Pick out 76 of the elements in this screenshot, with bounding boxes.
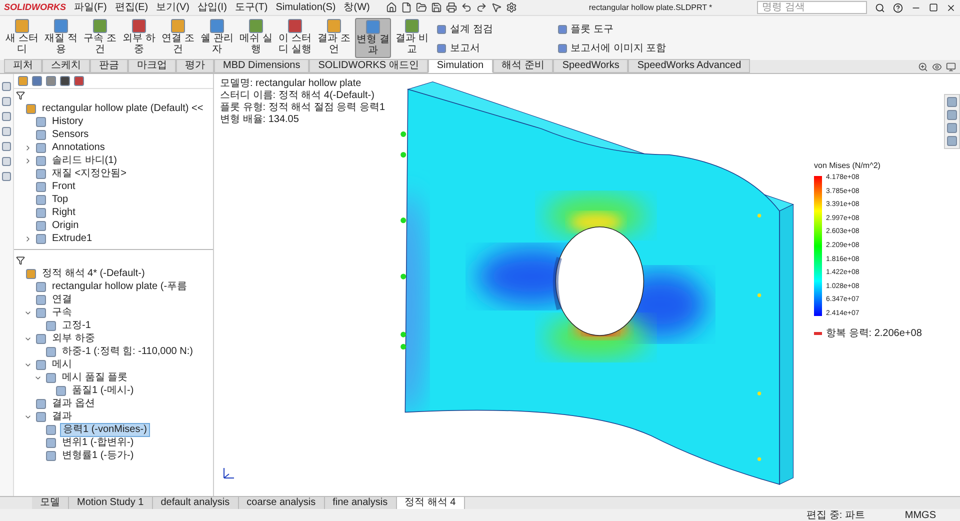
yield-stress-label: 항복 응력: 2.206e+08 [826, 327, 922, 341]
study-info-text: 스터디 이름: 정적 해석 4(-Default-) [220, 90, 376, 102]
ribbon-tab[interactable]: 해석 준비 [492, 59, 554, 73]
ribbon-button[interactable]: 쉘 관리자 [199, 18, 235, 58]
tree-item[interactable]: Front [50, 180, 78, 192]
app-logo: SOLIDWORKS [4, 0, 66, 14]
tree-item[interactable]: Extrude1 [50, 232, 94, 244]
tree-item[interactable]: 솔리드 바디(1) [50, 154, 119, 166]
ribbon-button[interactable]: 결과 조언 [316, 18, 352, 58]
ribbon-button[interactable]: 외부 하중 [121, 18, 157, 58]
ribbon-tab[interactable]: SOLIDWORKS 애드인 [309, 59, 428, 73]
search-field[interactable]: 명령 검색 [757, 1, 867, 14]
ribbon-tab[interactable]: SpeedWorks [553, 59, 628, 73]
tree-item[interactable]: 정적 해석 4* (-Default-) [40, 268, 147, 280]
study-tab[interactable]: 모델 [32, 497, 69, 509]
ribbon-tab[interactable]: Simulation [428, 59, 493, 73]
ribbon-tab[interactable]: 마크업 [128, 59, 176, 73]
study-tab[interactable]: coarse analysis [238, 497, 325, 509]
ribbon-button[interactable]: 연결 조건 [160, 18, 196, 58]
ribbon-small-button[interactable]: 보고서에 이미지 포함 [558, 41, 666, 56]
ribbon-button[interactable]: 이 스터디 실행 [277, 18, 313, 58]
status-text: MMGS [904, 510, 936, 520]
ribbon-small-button[interactable]: 플롯 도구 [558, 22, 666, 37]
tree-item[interactable]: 구속 [50, 306, 74, 318]
study-tab[interactable]: 정적 해석 4 [396, 497, 465, 509]
menu-item[interactable]: 보기(V) [156, 2, 190, 14]
ribbon-button[interactable]: 결과 비교 [394, 18, 430, 58]
tree-item[interactable]: 변위1 (-합변위-) [60, 436, 136, 448]
tree-item[interactable]: 결과 옵션 [50, 398, 97, 410]
tree-item[interactable]: 재질 <지정안됨> [50, 168, 128, 180]
study-tab[interactable]: default analysis [152, 497, 239, 509]
menu-item[interactable]: 창(W) [344, 2, 370, 14]
tree-item[interactable]: rectangular hollow plate (Default) << [40, 102, 206, 114]
tree-item[interactable]: rectangular hollow plate (-푸름 [50, 280, 190, 292]
ribbon-small-button[interactable]: 보고서 [437, 41, 546, 56]
tree-item[interactable]: 메시 품질 플롯 [60, 372, 130, 384]
ribbon-tab[interactable]: 스케치 [42, 59, 90, 73]
tree-item[interactable]: Top [50, 194, 70, 206]
menu-item[interactable]: 삽입(I) [197, 2, 227, 14]
tree-item[interactable]: 응력1 (-vonMises-) [60, 422, 150, 436]
tree-item[interactable]: 결과 [50, 410, 74, 422]
window-title: rectangular hollow plate.SLDPRT * [588, 2, 712, 14]
tree-item[interactable]: 메시 [50, 358, 74, 370]
ribbon-tab[interactable]: SpeedWorks Advanced [628, 59, 750, 73]
ribbon-small-button[interactable]: 설계 점검 [437, 22, 546, 37]
study-tab[interactable]: fine analysis [324, 497, 397, 509]
ribbon-button[interactable]: 구속 조건 [82, 18, 118, 58]
study-info-text: 모델명: rectangular hollow plate [220, 78, 362, 90]
legend-title: von Mises (N/m^2) [814, 160, 882, 172]
ribbon-button[interactable]: 새 스터디 [4, 18, 40, 58]
ribbon-tab[interactable]: MBD Dimensions [214, 59, 310, 73]
tree-item[interactable]: Origin [50, 220, 81, 232]
tree-item[interactable]: 연결 [50, 294, 74, 306]
ribbon-tab[interactable]: 판금 [90, 59, 128, 73]
ribbon-button[interactable]: 메쉬 실행 [238, 18, 274, 58]
tree-item[interactable]: 품질1 (-메시-) [70, 384, 136, 396]
tree-item[interactable]: History [50, 116, 86, 128]
tree-item[interactable]: Sensors [50, 128, 91, 140]
study-info-text: 변형 배율: 134.05 [220, 114, 300, 126]
tree-item[interactable]: Right [50, 206, 78, 218]
tree-item[interactable]: 외부 하중 [50, 332, 97, 344]
status-text: 편집 중: 파트 [806, 510, 865, 520]
menu-item[interactable]: Simulation(S) [276, 2, 336, 14]
study-tab[interactable]: Motion Study 1 [69, 497, 153, 509]
tree-item[interactable]: Annotations [50, 142, 107, 154]
ribbon-button[interactable]: 재질 적용 [43, 18, 79, 58]
tree-item[interactable]: 하중-1 (:정력 힘: -110,000 N:) [60, 346, 195, 358]
menu-item[interactable]: 편집(E) [114, 2, 148, 14]
menu-item[interactable]: 도구(T) [234, 2, 268, 14]
study-info-text: 플롯 유형: 정적 해석 절점 응력 응력1 [220, 102, 386, 114]
menu-item[interactable]: 파일(F) [74, 2, 107, 14]
tree-item[interactable]: 변형률1 (-등가-) [60, 450, 136, 462]
ribbon-tab[interactable]: 평가 [176, 59, 214, 73]
ribbon-tab[interactable]: 피처 [4, 59, 42, 73]
ribbon-button[interactable]: 변형 결과 [355, 18, 391, 58]
tree-item[interactable]: 고정-1 [60, 320, 93, 332]
